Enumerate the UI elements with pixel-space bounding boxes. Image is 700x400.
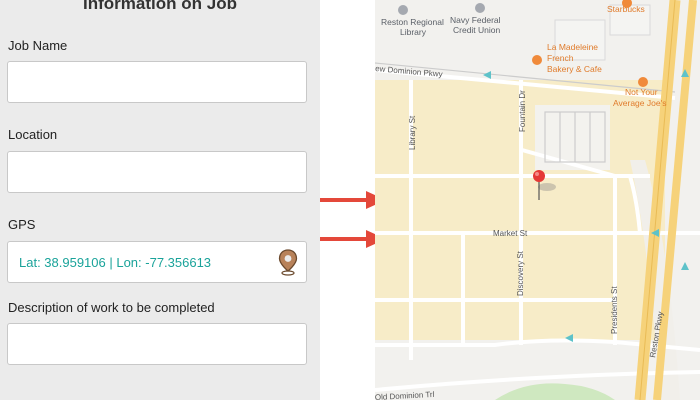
description-input[interactable] <box>7 323 307 365</box>
job-name-label: Job Name <box>8 38 68 53</box>
street-label: Presidents St <box>610 286 619 334</box>
location-pin-icon[interactable] <box>278 249 298 276</box>
poi-label: Starbucks <box>607 4 645 14</box>
location-input[interactable] <box>7 151 307 193</box>
location-label: Location <box>8 127 58 142</box>
gps-value: Lat: 38.959106 | Lon: -77.356613 <box>19 255 212 270</box>
poi-label: La Madeleine <box>547 42 598 52</box>
poi-label: Bakery & Cafe <box>547 64 602 74</box>
map-view[interactable]: Reston Regional Library Navy Federal Cre… <box>375 0 700 400</box>
gps-label: GPS <box>8 217 36 232</box>
poi-label: Not Your <box>625 87 658 97</box>
poi-label: Reston Regional <box>381 17 444 27</box>
job-name-input[interactable] <box>7 61 307 103</box>
street-label: Discovery St <box>516 250 525 296</box>
poi-label: French <box>547 53 574 63</box>
street-label: Library St <box>408 115 417 150</box>
poi-label: Credit Union <box>453 25 501 35</box>
page-title: Information on Job <box>83 0 237 13</box>
street-label: Fountain Dr <box>518 90 527 132</box>
poi-label: Navy Federal <box>450 15 501 25</box>
description-label: Description of work to be completed <box>8 300 215 315</box>
gps-field[interactable]: Lat: 38.959106 | Lon: -77.356613 <box>7 241 307 283</box>
street-label: Market St <box>493 229 528 238</box>
poi-label: Library <box>400 27 427 37</box>
poi-label: Average Joe's <box>613 98 666 108</box>
job-info-panel: Information on Job Job Name Location GPS… <box>0 0 320 400</box>
